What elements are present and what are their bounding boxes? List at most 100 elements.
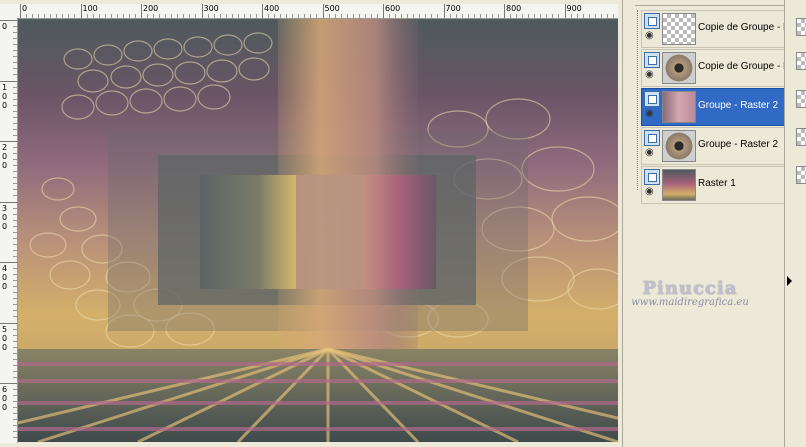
watermark: Pinuccia www.maidiregrafica.eu [620,278,760,308]
ruler-corner [0,4,19,19]
layer-name: Groupe - Raster 2 [698,100,779,111]
ruler-left-minor-tick [13,134,17,136]
ruler-top-minor-tick [122,14,124,18]
ruler-top-minor-tick [86,14,88,18]
ruler-top-tick: 300 [201,4,219,18]
eye-icon[interactable]: ◉ [645,109,654,119]
ruler-top-minor-tick [540,14,542,18]
layer-thumbnail [662,91,696,123]
ruler-top-minor-tick [316,14,318,18]
ruler-left-minor-tick [13,334,17,336]
collapse-arrow-icon[interactable] [787,276,792,286]
ruler-top-minor-tick [237,14,239,18]
ruler-top-minor-tick [68,14,70,18]
ruler-left-minor-tick [13,340,17,342]
ruler-top-minor-tick [606,14,608,18]
ruler-top-minor-tick [268,14,270,18]
ruler-top-tick: 700 [443,4,461,18]
ruler-top-tick: 500 [322,4,340,18]
layer-row[interactable]: ◉ Raster 1 [641,166,785,204]
layer-icon[interactable] [644,13,660,29]
ruler-left-minor-tick [13,195,17,197]
layer-thumbnail [662,52,696,84]
mini-thumb [796,52,806,70]
ruler-top-minor-tick [413,14,415,18]
ruler-top-label: 800 [506,4,522,13]
ruler-top-minor-tick [310,14,312,18]
ruler-top-label: 100 [82,4,98,13]
layer-panel: ◉ Copie de Groupe - R ◉ Copie de Groupe - R… [622,0,785,447]
ruler-top-minor-tick [231,14,233,18]
ruler-left-minor-tick [13,328,17,330]
ruler-top-minor-tick [159,14,161,18]
ruler-left-minor-tick [13,243,17,245]
layer-row[interactable]: ◉ Groupe - Raster 2 [641,127,785,165]
ruler-top-label: 400 [264,4,280,13]
ruler-left-minor-tick [13,316,17,318]
ruler-top-minor-tick [328,14,330,18]
workspace[interactable]: 0 100 200 300 400 500 600 700 800 900 0 100 200 300 4… [0,0,622,447]
ruler-top-minor-tick [346,14,348,18]
ruler-top-minor-tick [473,14,475,18]
ruler-top-minor-tick [467,14,469,18]
ruler-top-minor-tick [56,14,58,18]
ruler-top-minor-tick [340,14,342,18]
ruler-top-minor-tick [522,14,524,18]
ruler-left-minor-tick [13,389,17,391]
image-canvas[interactable] [18,19,618,442]
layer-icon[interactable] [644,52,660,68]
watermark-title: Pinuccia [642,278,738,299]
ruler-left-minor-tick [13,56,17,58]
ruler-left-minor-tick [13,370,17,372]
eye-icon[interactable]: ◉ [645,70,654,80]
ruler-left-minor-tick [13,177,17,179]
ruler-top-minor-tick [449,14,451,18]
ruler-top-tick: 600 [383,4,400,18]
layer-row[interactable]: ◉ Copie de Groupe - R [641,10,785,48]
ruler-top-minor-tick [104,14,106,18]
ruler-left-minor-tick [13,38,17,40]
ruler-left-minor-tick [13,249,17,251]
layer-name: Copie de Groupe - R [698,61,784,72]
ruler-left-minor-tick [13,86,17,88]
ruler-top-minor-tick [171,14,173,18]
ruler-top-tick: 400 [262,4,279,18]
ruler-left-minor-tick [13,425,17,427]
watermark-url: www.maidiregrafica.eu [631,297,749,308]
ruler-top-minor-tick [419,14,421,18]
ruler-left-minor-tick [13,376,17,378]
ruler-top-minor-tick [98,14,100,18]
ruler-top-minor-tick [516,14,518,18]
ruler-top-minor-tick [74,14,76,18]
layer-row[interactable]: ◉ Copie de Groupe - R [641,49,785,87]
ruler-top-minor-tick [243,14,245,18]
ruler-left-minor-tick [13,26,17,28]
layer-icon[interactable] [644,91,660,107]
ruler-top-minor-tick [528,14,530,18]
ruler-left-minor-tick [13,255,17,257]
ruler-top-minor-tick [189,14,191,18]
layer-row[interactable]: ◉ Groupe - Raster 2 [641,88,785,126]
ruler-left-minor-tick [13,92,17,94]
ruler-left-minor-tick [13,219,17,221]
ruler-top-minor-tick [455,14,457,18]
ruler-left-minor-tick [13,44,17,46]
eye-icon[interactable]: ◉ [645,187,654,197]
ruler-left-minor-tick [13,104,17,106]
eye-icon[interactable]: ◉ [645,31,654,41]
ruler-top-minor-tick [582,14,584,18]
ruler-left-minor-tick [13,68,17,70]
ruler-top-minor-tick [153,14,155,18]
ruler-top-minor-tick [195,14,197,18]
ruler-top-label: 500 [324,4,340,13]
ruler-top-minor-tick [298,14,300,18]
ruler-left-label: 400 [2,264,8,291]
ruler-left-minor-tick [13,431,17,433]
layer-name: Groupe - Raster 2 [698,139,779,150]
ruler-left-minor-tick [13,213,17,215]
layer-icon[interactable] [644,169,660,185]
layer-icon[interactable] [644,130,660,146]
ruler-top-minor-tick [552,14,554,18]
ruler-top-minor-tick [570,14,572,18]
eye-icon[interactable]: ◉ [645,148,654,158]
